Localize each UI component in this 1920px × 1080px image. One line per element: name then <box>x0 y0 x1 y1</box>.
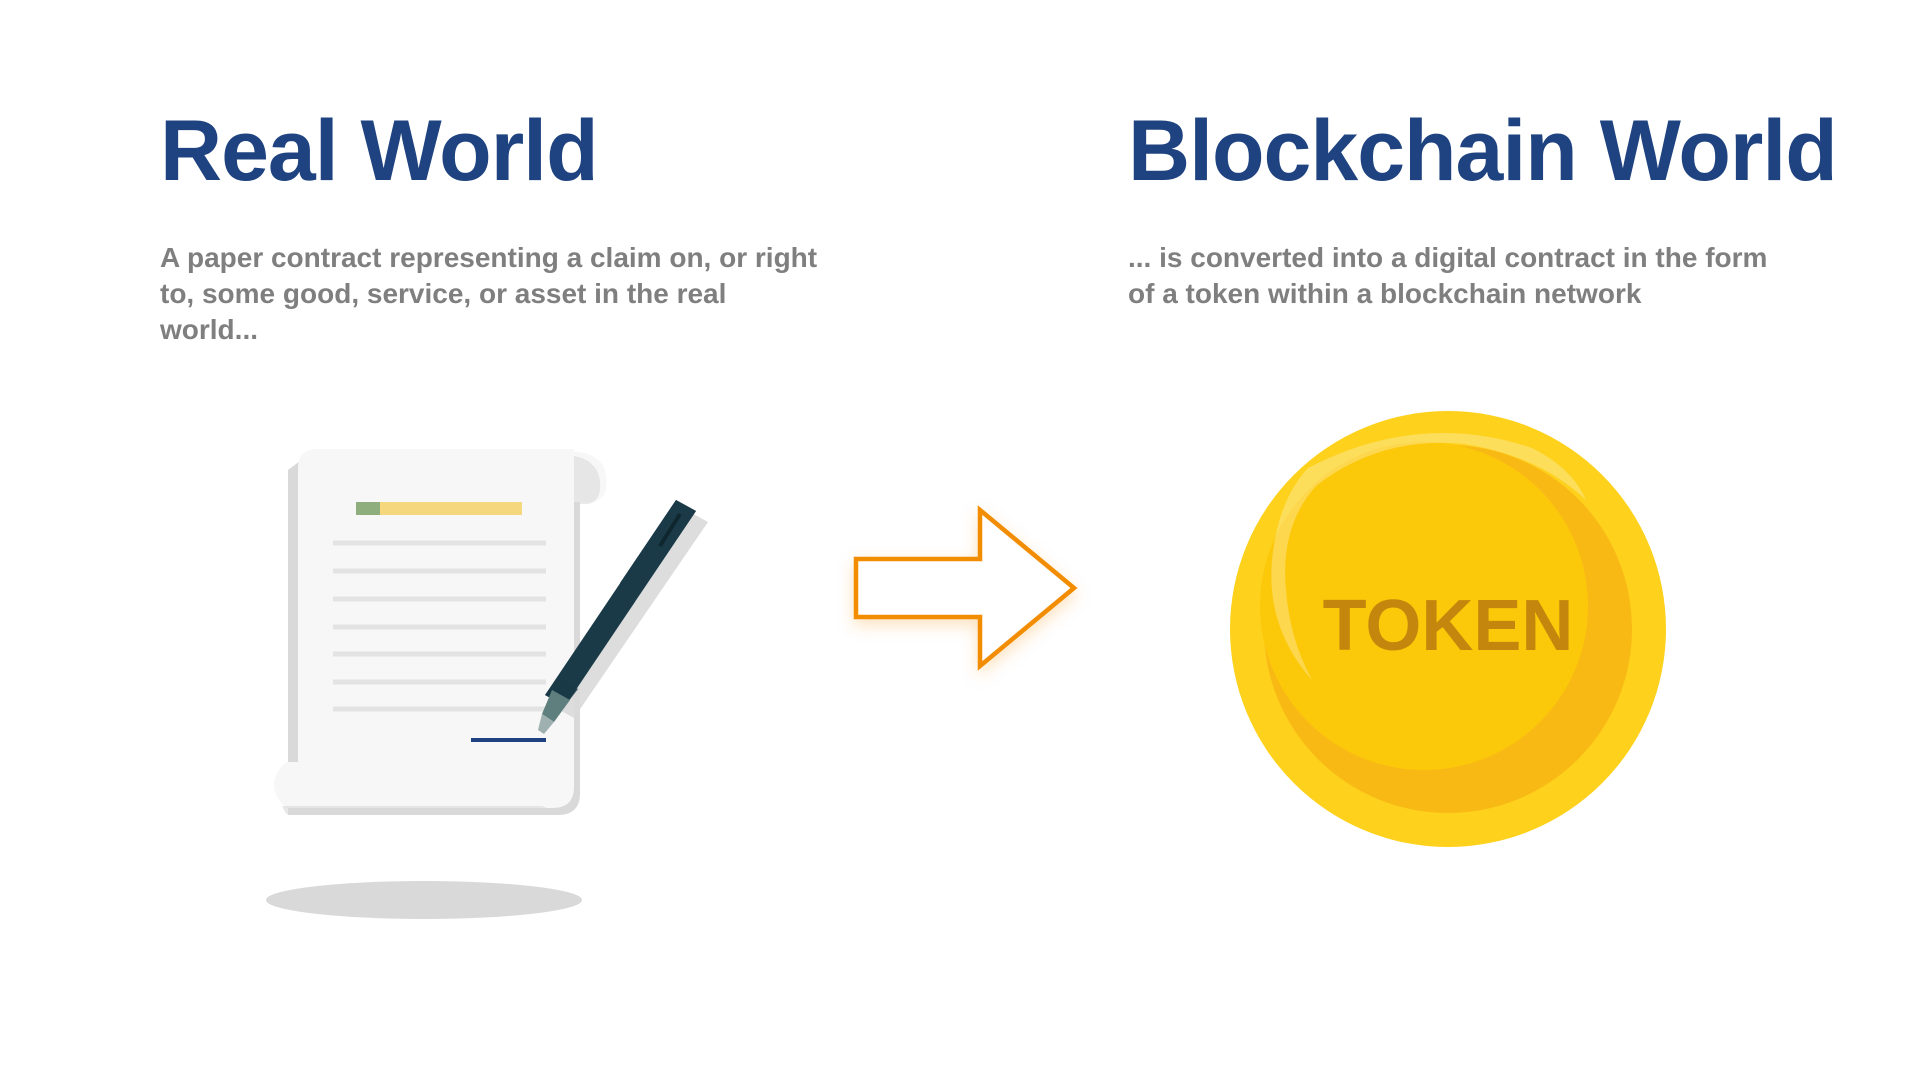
document-title-bar <box>356 502 522 515</box>
illustration-canvas: TOKEN <box>266 411 1666 919</box>
token-label: TOKEN <box>1323 586 1574 666</box>
contract-floor-shadow <box>266 881 582 919</box>
scroll-bottom-roll-edge <box>282 806 549 814</box>
arrow-outline <box>853 505 1078 671</box>
right-arrow-icon <box>853 505 1078 671</box>
document-title-tab <box>356 502 380 515</box>
scroll-bottom-roll <box>274 762 550 808</box>
token-coin-icon: TOKEN <box>1230 411 1666 847</box>
